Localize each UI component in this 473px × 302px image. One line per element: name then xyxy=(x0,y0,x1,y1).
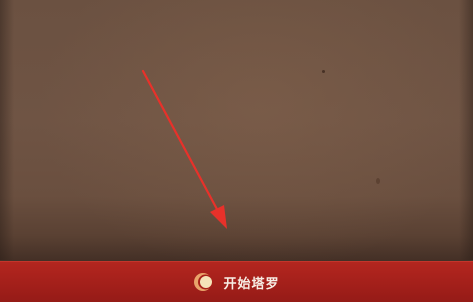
tarot-table-screen: 开始塔罗 xyxy=(0,0,473,302)
annotation-arrow xyxy=(141,69,227,229)
table-edge-right xyxy=(459,0,473,260)
arrow-shaft xyxy=(141,69,221,215)
table-speck xyxy=(322,70,325,73)
arrow-head xyxy=(210,205,227,229)
table-edge-left xyxy=(0,0,14,260)
start-tarot-button[interactable]: 开始塔罗 xyxy=(0,261,473,302)
table-speck xyxy=(376,178,380,184)
start-tarot-label: 开始塔罗 xyxy=(223,276,280,292)
moon-phase-icon xyxy=(193,271,215,293)
